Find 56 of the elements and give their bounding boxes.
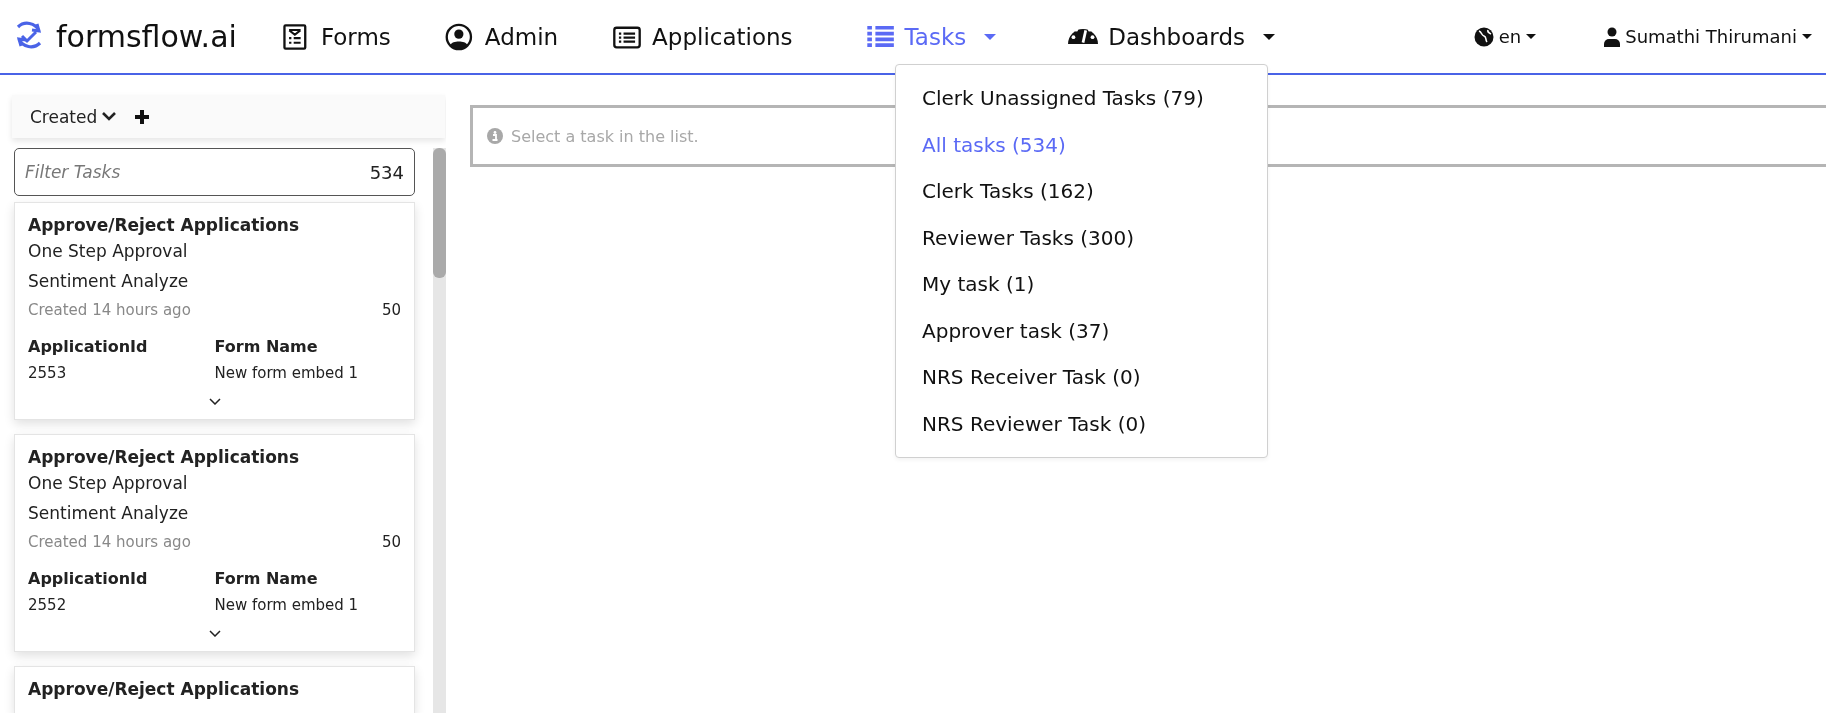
task-card[interactable]: Approve/Reject Applications: [14, 666, 415, 713]
process-name: One Step Approval: [28, 473, 189, 493]
user-circle-icon: [444, 22, 475, 51]
filter-box[interactable]: Filter Tasks 534: [14, 148, 415, 196]
field-label: Form Name: [214, 569, 319, 588]
scrollbar-thumb[interactable]: [433, 148, 446, 278]
caret-icon: [1526, 34, 1537, 39]
menu-item[interactable]: All tasks (534): [896, 121, 1267, 168]
user-menu[interactable]: Sumathi Thirumani: [1600, 22, 1816, 51]
nav-link[interactable]: Dashboards: [1062, 19, 1281, 54]
menu-item[interactable]: Approver task (37): [896, 307, 1267, 354]
nav-link[interactable]: Admin: [438, 18, 565, 55]
nav-link[interactable]: Applications: [606, 18, 799, 55]
globe-icon: [1473, 26, 1494, 47]
field-value: New form embed 1: [214, 364, 360, 382]
menu-item[interactable]: My task (1): [896, 261, 1267, 308]
created-time: Created 14 hours ago: [28, 533, 191, 551]
task-title: Approve/Reject Applications: [28, 679, 301, 699]
menu-item[interactable]: Clerk Unassigned Tasks (79): [896, 75, 1267, 122]
menu-item[interactable]: Reviewer Tasks (300): [896, 214, 1267, 261]
menu-item[interactable]: Clerk Tasks (162): [896, 168, 1267, 215]
field-label: Form Name: [214, 337, 319, 356]
sort-dropdown[interactable]: Created: [30, 106, 117, 127]
field-value: 2553: [28, 364, 68, 382]
task-count: 534: [369, 161, 404, 183]
field-label: ApplicationId: [28, 569, 149, 588]
chevron-down-icon: [102, 112, 117, 121]
menu-item[interactable]: NRS Receiver Task (0): [896, 354, 1267, 401]
chevron-down-icon[interactable]: [208, 398, 221, 405]
priority: 50: [381, 533, 401, 551]
created-time: Created 14 hours ago: [28, 301, 191, 319]
field-label: ApplicationId: [28, 337, 149, 356]
info-icon: [487, 128, 503, 144]
nav-link[interactable]: Forms: [274, 18, 397, 55]
group-name: Sentiment Analyze: [28, 271, 190, 291]
field-value: 2552: [28, 596, 68, 614]
menu-item[interactable]: NRS Reviewer Task (0): [896, 400, 1267, 447]
chevron-down-icon[interactable]: [208, 630, 221, 637]
caret-icon: [1802, 34, 1812, 39]
plus-icon: [134, 108, 151, 125]
task-title: Approve/Reject Applications: [28, 215, 301, 235]
field-value: New form embed 1: [214, 596, 360, 614]
scrollbar[interactable]: [433, 148, 446, 713]
language-menu[interactable]: en: [1469, 22, 1541, 51]
user-icon: [1604, 26, 1621, 47]
add-button[interactable]: [134, 108, 151, 125]
group-name: Sentiment Analyze: [28, 503, 190, 523]
info-message: Select a task in the list.: [511, 126, 699, 146]
gauge-icon: [1068, 29, 1099, 44]
task-title: Approve/Reject Applications: [28, 447, 301, 467]
brand-name[interactable]: formsflow.ai: [56, 19, 237, 54]
task-card[interactable]: Approve/Reject Applications One Step Approval Sentiment Analyze Created 14 hours ago 50 ApplicationId Form Name 2552 New form embed 1: [14, 434, 415, 652]
nav-link[interactable]: Tasks: [858, 18, 1003, 55]
priority: 50: [381, 301, 401, 319]
task-card[interactable]: Approve/Reject Applications One Step Approval Sentiment Analyze Created 14 hours ago 50 ApplicationId Form Name 2553 New form embed 1: [14, 202, 415, 420]
process-name: One Step Approval: [28, 241, 189, 261]
